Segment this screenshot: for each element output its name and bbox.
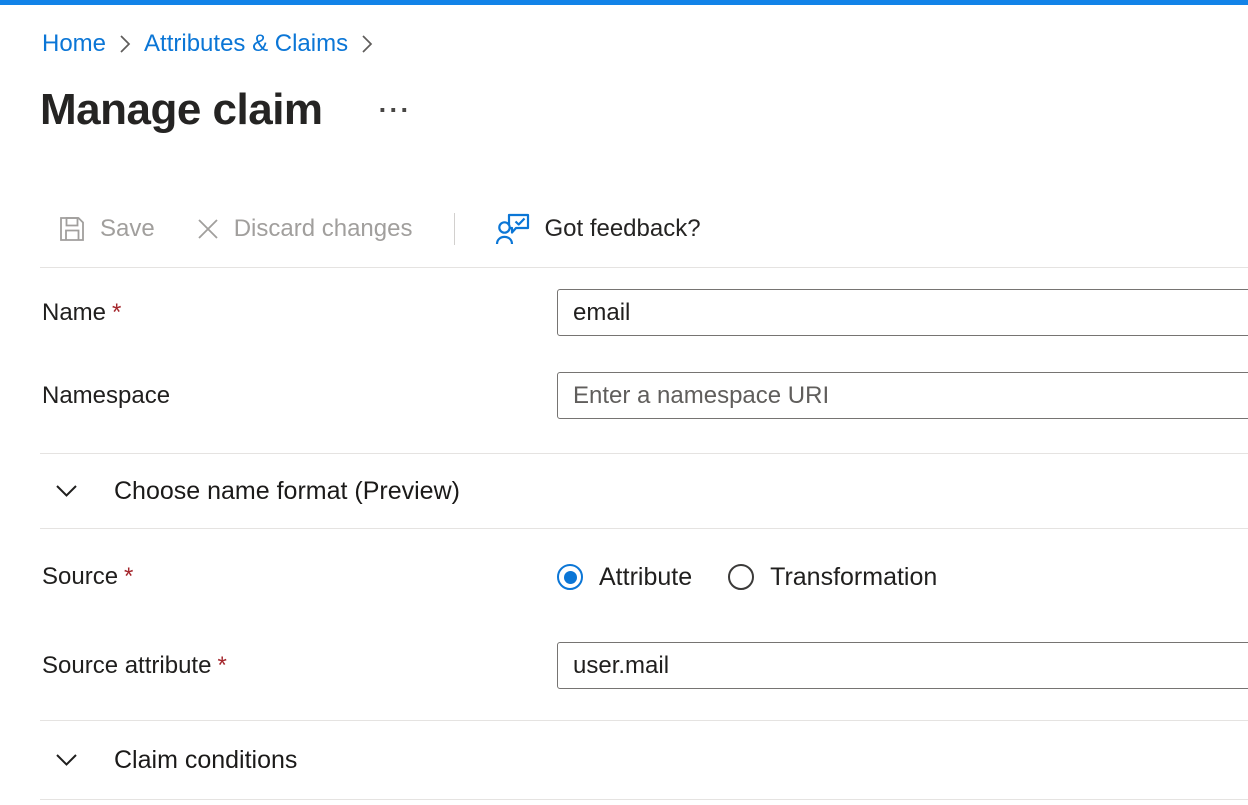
name-label-text: Name [42,299,106,326]
command-bar: Save Discard changes Got feedback? [40,206,1248,252]
breadcrumb: Home Attributes & Claims [40,28,1248,60]
section-choose-name-format[interactable]: Choose name format (Preview) [40,454,1248,528]
divider [40,267,1248,268]
save-icon [57,214,87,244]
save-button-label: Save [100,215,155,243]
title-row: Manage claim ··· [40,84,1248,136]
section-claim-conditions-label: Claim conditions [114,746,297,775]
source-radio-group: Attribute Transformation [557,563,1248,592]
breadcrumb-link-attributes-claims[interactable]: Attributes & Claims [144,30,348,58]
name-input[interactable] [557,289,1248,336]
source-label-text: Source [42,563,118,590]
toolbar-divider [454,213,455,245]
ellipsis-icon[interactable]: ··· [379,97,412,124]
source-attribute-label-text: Source attribute [42,652,211,679]
radio-transformation[interactable]: Transformation [728,563,937,592]
feedback-icon [495,213,531,246]
source-field-row: Source* Attribute Transformation [40,562,1248,592]
required-asterisk: * [112,299,121,326]
section-choose-name-format-label: Choose name format (Preview) [114,477,460,506]
radio-button-icon [728,564,754,590]
radio-attribute[interactable]: Attribute [557,563,692,592]
x-dismiss-icon [195,216,221,242]
namespace-input[interactable] [557,372,1248,419]
page-title: Manage claim [40,85,323,135]
divider [40,528,1248,529]
source-attribute-input[interactable] [557,642,1248,689]
namespace-field-row: Namespace [40,372,1248,419]
source-attribute-field-row: Source attribute* [40,642,1248,689]
section-claim-conditions[interactable]: Claim conditions [40,721,1248,799]
name-field-label: Name* [40,299,557,327]
blade-content: Home Attributes & Claims Manage claim ··… [0,28,1248,800]
source-attribute-field-control [557,642,1248,689]
required-asterisk: * [124,563,133,590]
divider [40,799,1248,800]
source-attribute-field-label: Source attribute* [40,652,557,680]
got-feedback-label: Got feedback? [544,215,700,243]
chevron-right-icon [119,33,131,55]
discard-changes-label: Discard changes [234,215,413,243]
namespace-field-label: Namespace [40,382,557,410]
chevron-down-icon [55,753,78,767]
top-accent-bar [0,0,1248,5]
namespace-label-text: Namespace [42,382,170,409]
save-button[interactable]: Save [57,214,155,244]
name-field-control [557,289,1248,336]
breadcrumb-link-home[interactable]: Home [42,30,106,58]
radio-transformation-label: Transformation [770,563,937,592]
source-field-label: Source* [40,563,557,591]
chevron-down-icon [55,484,78,498]
namespace-field-control [557,372,1248,419]
radio-button-icon [557,564,583,590]
required-asterisk: * [217,652,226,679]
radio-attribute-label: Attribute [599,563,692,592]
got-feedback-button[interactable]: Got feedback? [495,213,700,246]
chevron-right-icon [361,33,373,55]
name-field-row: Name* [40,289,1248,336]
discard-changes-button[interactable]: Discard changes [195,215,413,243]
